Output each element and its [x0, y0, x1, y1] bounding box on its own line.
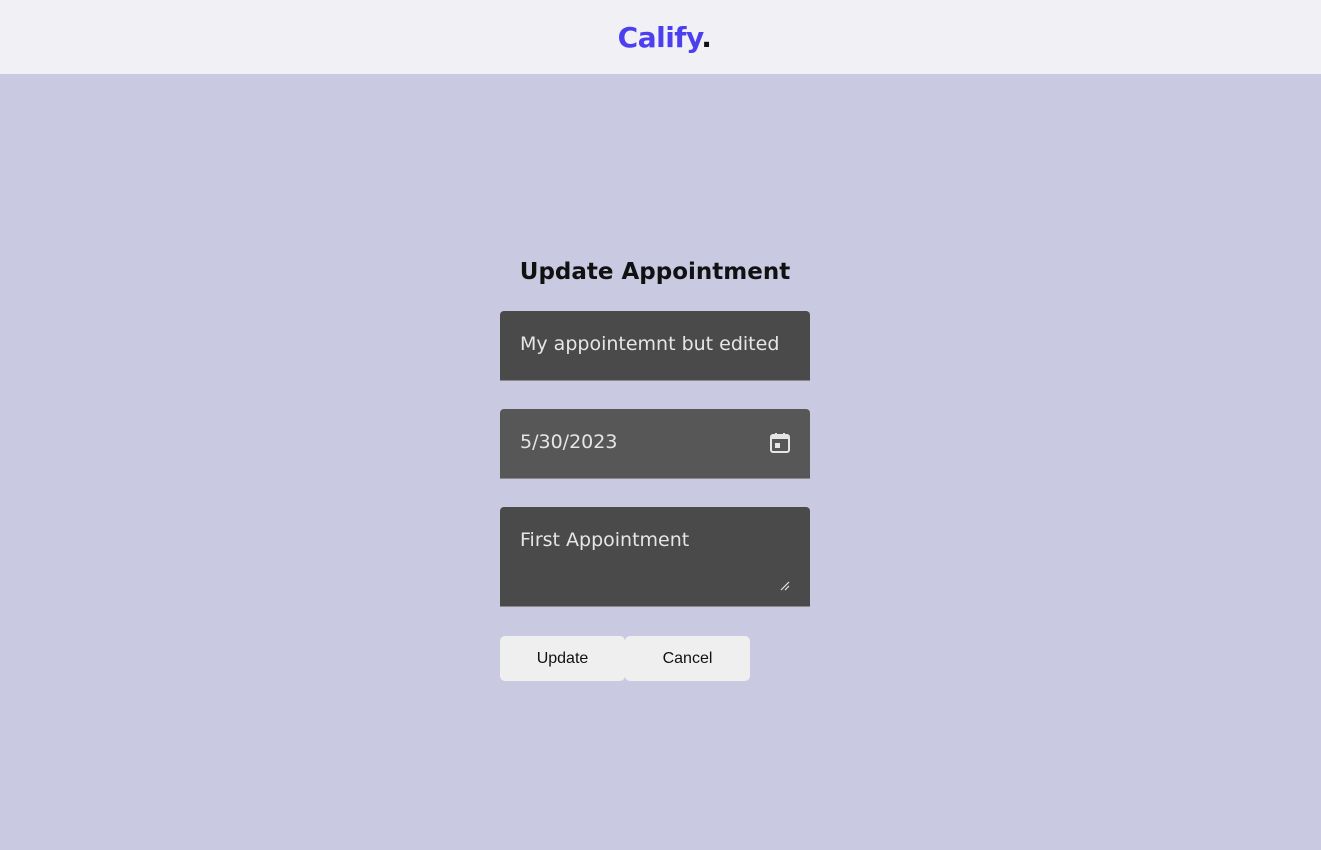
logo-dot: . — [701, 20, 712, 54]
logo-brand-text: Calify — [617, 20, 702, 54]
form-actions: Update Cancel — [500, 636, 810, 681]
app-logo[interactable]: Calify. — [618, 21, 712, 54]
appointment-date-field[interactable]: 5/30/2023 — [500, 409, 810, 479]
appointment-date-value: 5/30/2023 — [520, 431, 618, 453]
update-appointment-form: Update Appointment My appointemnt but ed… — [500, 250, 810, 681]
update-button[interactable]: Update — [500, 636, 625, 681]
cancel-button[interactable]: Cancel — [625, 636, 750, 681]
resize-handle-icon[interactable] — [780, 578, 790, 591]
appointment-title-value: My appointemnt but edited — [520, 333, 780, 355]
calendar-icon[interactable] — [768, 431, 792, 455]
form-title: Update Appointment — [519, 259, 791, 285]
appointment-description-field[interactable]: First Appointment — [500, 507, 810, 607]
appointment-title-field[interactable]: My appointemnt but edited — [500, 311, 810, 381]
top-bar: Calify. — [0, 0, 1321, 74]
appointment-description-value: First Appointment — [520, 529, 690, 551]
